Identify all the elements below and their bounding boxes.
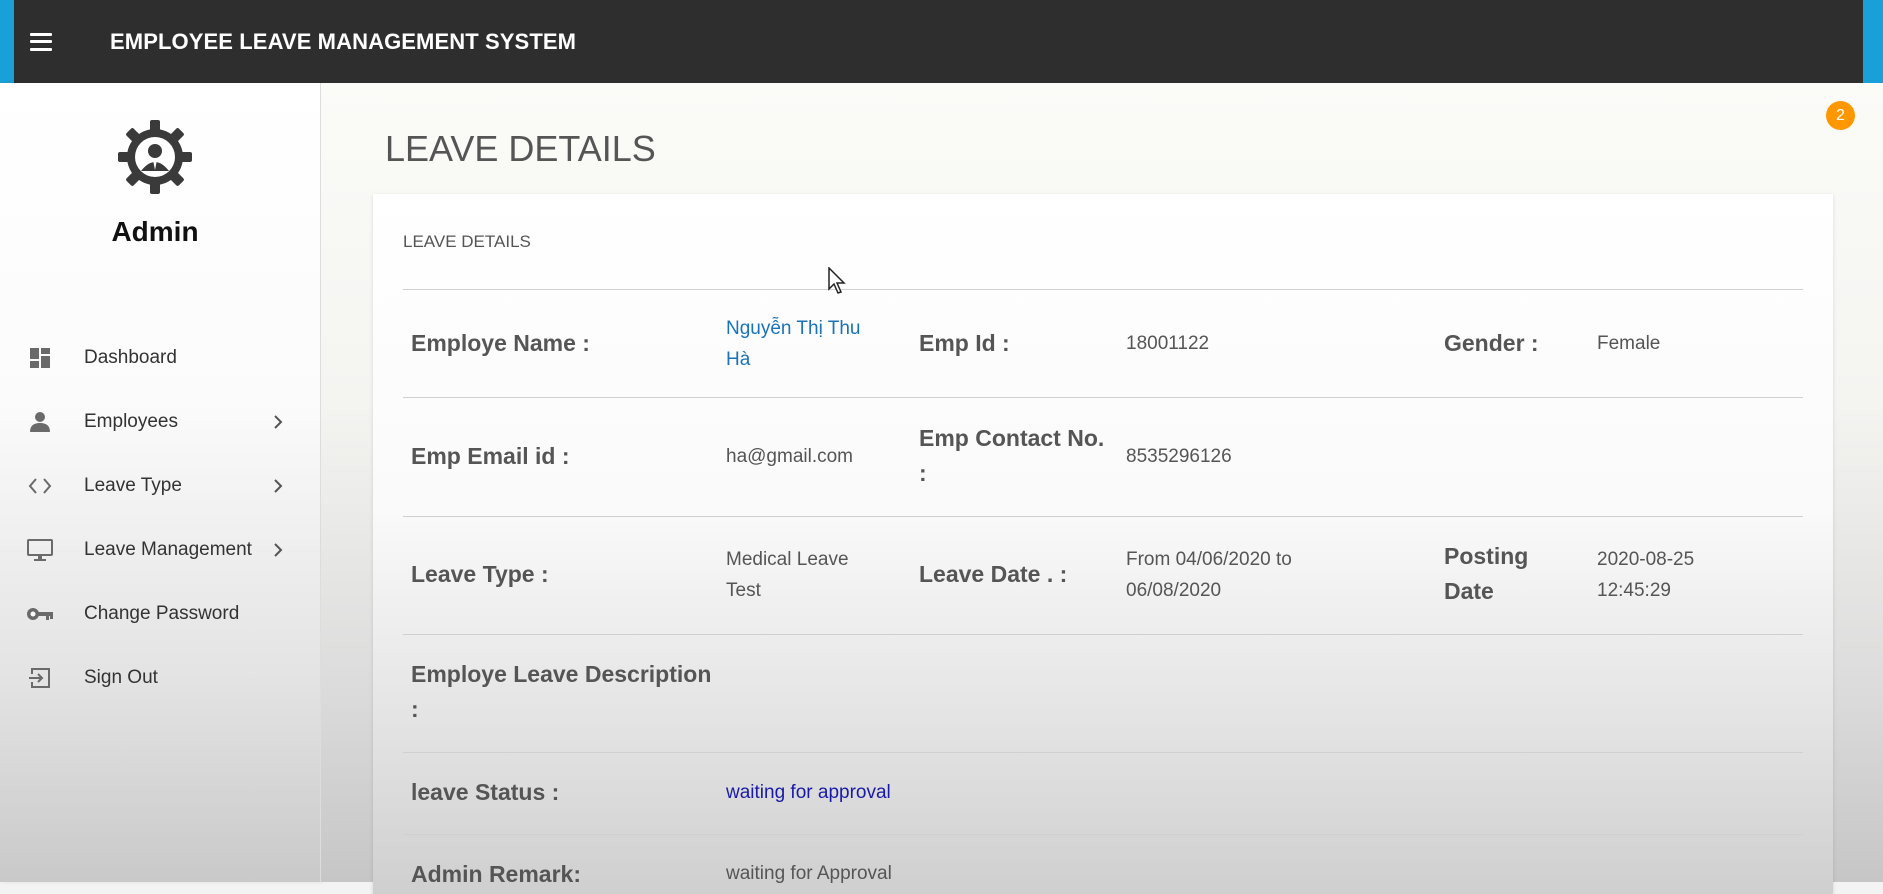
admin-remark-label: Admin Remark: bbox=[411, 861, 581, 887]
sidebar-nav: Dashboard Employees Leave Type Leave Man… bbox=[0, 326, 310, 710]
leave-type-value: Medical Leave Test bbox=[726, 549, 849, 601]
chevron-right-icon bbox=[274, 479, 283, 493]
divider bbox=[403, 289, 1803, 290]
top-bar: EMPLOYEE LEAVE MANAGEMENT SYSTEM bbox=[0, 0, 1883, 83]
chevron-right-icon bbox=[274, 543, 283, 557]
divider bbox=[403, 834, 1803, 835]
divider bbox=[403, 634, 1803, 635]
admin-gear-avatar-icon bbox=[118, 120, 192, 194]
divider bbox=[403, 397, 1803, 398]
sidebar-item-dashboard[interactable]: Dashboard bbox=[0, 326, 310, 390]
gender-value: Female bbox=[1597, 333, 1661, 354]
email-value: ha@gmail.com bbox=[726, 446, 853, 467]
sidebar-item-label: Sign Out bbox=[84, 667, 158, 688]
sidebar-item-label: Change Password bbox=[84, 603, 240, 624]
leave-date-value: From 04/06/2020 to 06/08/2020 bbox=[1126, 549, 1292, 601]
emp-id-value: 18001122 bbox=[1126, 333, 1210, 354]
divider bbox=[403, 516, 1803, 517]
card-title: LEAVE DETAILS bbox=[403, 232, 531, 251]
sidebar-item-change-password[interactable]: Change Password bbox=[0, 582, 310, 646]
code-icon bbox=[26, 472, 54, 500]
leave-date-label: Leave Date . : bbox=[919, 561, 1068, 587]
gender-label: Gender : bbox=[1444, 330, 1539, 356]
employee-name-value: Nguyễn Thị Thu Hà bbox=[726, 318, 861, 370]
status-label: leave Status : bbox=[411, 779, 560, 805]
hamburger-menu-icon[interactable] bbox=[30, 32, 52, 51]
posting-date-value: 2020-08-25 12:45:29 bbox=[1597, 549, 1695, 601]
contact-value: 8535296126 bbox=[1126, 446, 1232, 467]
posting-date-label: Posting Date bbox=[1444, 543, 1529, 604]
sidebar-item-label: Dashboard bbox=[84, 347, 177, 368]
sidebar: Admin Dashboard Employees Leave Type Lea… bbox=[0, 83, 321, 882]
divider bbox=[403, 752, 1803, 753]
sidebar-item-label: Leave Management bbox=[84, 539, 252, 560]
sidebar-item-label: Employees bbox=[84, 411, 178, 432]
status-value: waiting for approval bbox=[726, 782, 891, 803]
employee-name-label: Employe Name : bbox=[411, 330, 590, 356]
chevron-right-icon bbox=[274, 415, 283, 429]
sidebar-item-leave-type[interactable]: Leave Type bbox=[0, 454, 310, 518]
description-label: Employe Leave Description : bbox=[411, 661, 712, 722]
person-icon bbox=[26, 408, 54, 436]
sidebar-item-employees[interactable]: Employees bbox=[0, 390, 310, 454]
leave-type-label: Leave Type : bbox=[411, 561, 549, 587]
page-title: LEAVE DETAILS bbox=[385, 128, 656, 169]
mouse-cursor-icon bbox=[828, 267, 846, 294]
notification-badge[interactable]: 2 bbox=[1826, 101, 1855, 130]
contact-label: Emp Contact No. : bbox=[919, 425, 1105, 486]
sidebar-item-leave-management[interactable]: Leave Management bbox=[0, 518, 310, 582]
app-title: EMPLOYEE LEAVE MANAGEMENT SYSTEM bbox=[110, 28, 577, 54]
key-icon bbox=[26, 600, 54, 628]
sign-out-icon bbox=[26, 664, 54, 692]
monitor-icon bbox=[26, 536, 54, 564]
emp-id-label: Emp Id : bbox=[919, 330, 1010, 356]
sidebar-item-label: Leave Type bbox=[84, 475, 182, 496]
admin-remark-value: waiting for Approval bbox=[726, 863, 892, 884]
dashboard-icon bbox=[26, 344, 54, 372]
email-label: Emp Email id : bbox=[411, 443, 570, 469]
sidebar-item-sign-out[interactable]: Sign Out bbox=[0, 646, 310, 710]
profile-name: Admin bbox=[111, 216, 199, 247]
